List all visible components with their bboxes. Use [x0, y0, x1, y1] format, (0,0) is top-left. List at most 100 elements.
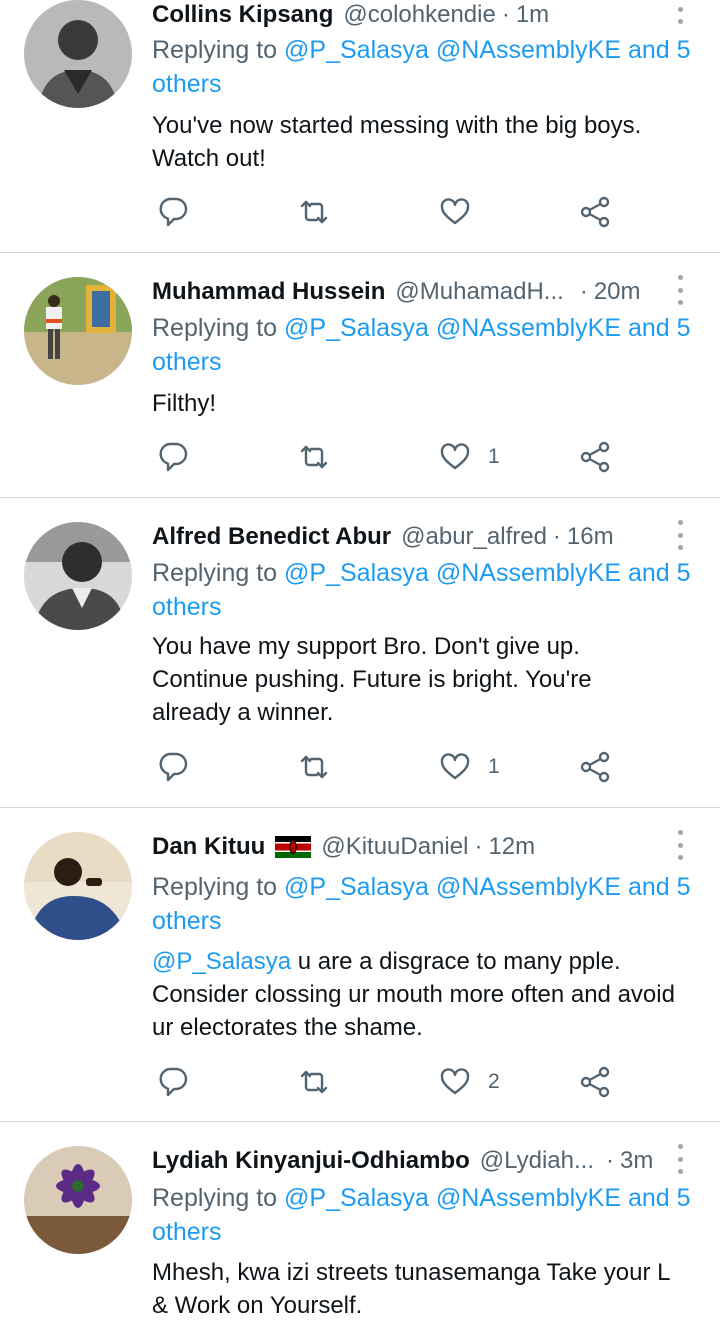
share-icon — [580, 196, 610, 228]
retweet-button[interactable] — [297, 192, 331, 232]
heart-icon — [440, 443, 470, 470]
timestamp[interactable]: 1m — [516, 0, 549, 30]
tweet[interactable]: Dan Kituu @KituuDaniel · 12m Replying to… — [0, 808, 720, 1121]
body-line: u are a disgrace to many pple. — [291, 948, 621, 975]
reply-icon — [159, 752, 188, 782]
tweet-header: Lydiah Kinyanjui-Odhiambo @Lydiah... · 3… — [152, 1146, 662, 1176]
avatar[interactable] — [24, 1146, 132, 1254]
replying-mentions[interactable]: @P_Salasya @NAssemblyKE and 5 — [284, 873, 691, 901]
more-vertical-icon[interactable] — [672, 830, 688, 860]
retweet-button[interactable] — [297, 1062, 331, 1102]
body-mention[interactable]: @P_Salasya — [152, 948, 291, 975]
user-handle[interactable]: @KituuDaniel — [321, 832, 468, 862]
separator-dot: · — [552, 523, 561, 550]
display-name[interactable]: Collins Kipsang — [152, 0, 333, 30]
separator-dot: · — [579, 278, 588, 305]
share-button[interactable] — [578, 437, 612, 477]
reply-button[interactable] — [156, 1062, 190, 1102]
tweet-header: Alfred Benedict Abur @abur_alfred · 16m — [152, 522, 662, 552]
body-line: & Work on Yourself. — [152, 1292, 363, 1319]
replying-prefix: Replying to — [152, 314, 278, 342]
tweet-body: @P_Salasya u are a disgrace to many pple… — [152, 945, 708, 1044]
retweet-button[interactable] — [297, 437, 331, 477]
tweet-body: Filthy! — [152, 387, 708, 420]
replying-mentions[interactable]: @P_Salasya @NAssemblyKE and 5 — [284, 559, 691, 587]
share-icon — [580, 751, 610, 783]
tweet[interactable]: Muhammad Hussein @MuhamadH... · 20m Repl… — [0, 253, 720, 497]
display-name[interactable]: Dan Kituu — [152, 832, 265, 862]
more-vertical-icon[interactable] — [672, 1144, 688, 1174]
display-name[interactable]: Muhammad Hussein — [152, 277, 385, 307]
replying-prefix: Replying to — [152, 559, 278, 587]
like-count: 1 — [488, 445, 500, 468]
timestamp[interactable]: 3m — [620, 1146, 653, 1176]
replying-prefix: Replying to — [152, 1184, 278, 1212]
replying-others[interactable]: others — [152, 593, 221, 621]
timestamp[interactable]: 12m — [488, 832, 535, 862]
timestamp[interactable]: 20m — [594, 277, 641, 307]
user-handle[interactable]: @MuhamadH... — [395, 277, 563, 307]
reply-button[interactable] — [156, 437, 190, 477]
action-bar: 2 — [152, 1062, 632, 1102]
separator-dot: · — [501, 1, 510, 28]
tweet-body: Mhesh, kwa izi streets tunasemanga Take … — [152, 1256, 708, 1322]
tweet[interactable]: Lydiah Kinyanjui-Odhiambo @Lydiah... · 3… — [0, 1122, 720, 1333]
tweet-body: You've now started messing with the big … — [152, 109, 708, 175]
body-line: Consider clossing ur mouth more often an… — [152, 981, 675, 1008]
like-button[interactable]: 2 — [438, 1062, 500, 1102]
share-button[interactable] — [578, 747, 612, 787]
replying-to: Replying to @P_Salasya @NAssemblyKE and … — [152, 311, 712, 379]
tweet-header: Collins Kipsang @colohkendie · 1m — [152, 0, 662, 30]
share-button[interactable] — [578, 192, 612, 232]
body-line: You have my support Bro. Don't give up. — [152, 633, 580, 660]
share-button[interactable] — [578, 1062, 612, 1102]
replying-others[interactable]: others — [152, 907, 221, 935]
user-handle[interactable]: @abur_alfred — [401, 522, 547, 552]
timestamp[interactable]: 16m — [567, 522, 614, 552]
reply-button[interactable] — [156, 192, 190, 232]
replying-to: Replying to @P_Salasya @NAssemblyKE and … — [152, 33, 712, 101]
avatar[interactable] — [24, 0, 132, 108]
like-count: 1 — [488, 755, 500, 778]
more-vertical-icon[interactable] — [672, 520, 688, 550]
more-vertical-icon[interactable] — [672, 0, 688, 24]
replying-mentions[interactable]: @P_Salasya @NAssemblyKE and 5 — [284, 1184, 691, 1212]
tweet[interactable]: Alfred Benedict Abur @abur_alfred · 16m … — [0, 498, 720, 807]
avatar[interactable] — [24, 832, 132, 940]
separator-dot: · — [474, 833, 483, 860]
retweet-button[interactable] — [297, 747, 331, 787]
avatar[interactable] — [24, 277, 132, 385]
replying-mentions[interactable]: @P_Salasya @NAssemblyKE and 5 — [284, 314, 691, 342]
avatar[interactable] — [24, 522, 132, 630]
tweet[interactable]: Collins Kipsang @colohkendie · 1m Replyi… — [0, 0, 720, 252]
action-bar — [152, 192, 632, 232]
heart-icon — [440, 198, 470, 225]
heart-icon — [440, 753, 470, 780]
like-button[interactable]: 1 — [438, 437, 500, 477]
replying-mentions[interactable]: @P_Salasya @NAssemblyKE and 5 — [284, 36, 691, 64]
replying-others[interactable]: others — [152, 348, 221, 376]
display-name[interactable]: Alfred Benedict Abur — [152, 522, 391, 552]
like-count: 2 — [488, 1070, 500, 1093]
like-button[interactable]: 1 — [438, 747, 500, 787]
action-bar: 1 — [152, 437, 632, 477]
reply-icon — [159, 197, 188, 227]
replying-prefix: Replying to — [152, 36, 278, 64]
tweet-header: Dan Kituu @KituuDaniel · 12m — [152, 832, 662, 862]
action-bar: 1 — [152, 747, 632, 787]
replying-to: Replying to @P_Salasya @NAssemblyKE and … — [152, 1181, 712, 1249]
display-name[interactable]: Lydiah Kinyanjui-Odhiambo — [152, 1146, 470, 1176]
user-handle[interactable]: @colohkendie — [343, 0, 495, 30]
body-line: Continue pushing. Future is bright. You'… — [152, 666, 592, 693]
reply-button[interactable] — [156, 747, 190, 787]
replying-others[interactable]: others — [152, 1218, 221, 1246]
retweet-icon — [300, 445, 328, 469]
more-vertical-icon[interactable] — [672, 275, 688, 305]
body-line: Watch out! — [152, 145, 266, 172]
replying-prefix: Replying to — [152, 873, 278, 901]
retweet-icon — [300, 755, 328, 779]
replying-others[interactable]: others — [152, 70, 221, 98]
like-button[interactable] — [438, 192, 472, 232]
separator-dot: · — [606, 1147, 614, 1174]
user-handle[interactable]: @Lydiah... — [480, 1146, 594, 1176]
